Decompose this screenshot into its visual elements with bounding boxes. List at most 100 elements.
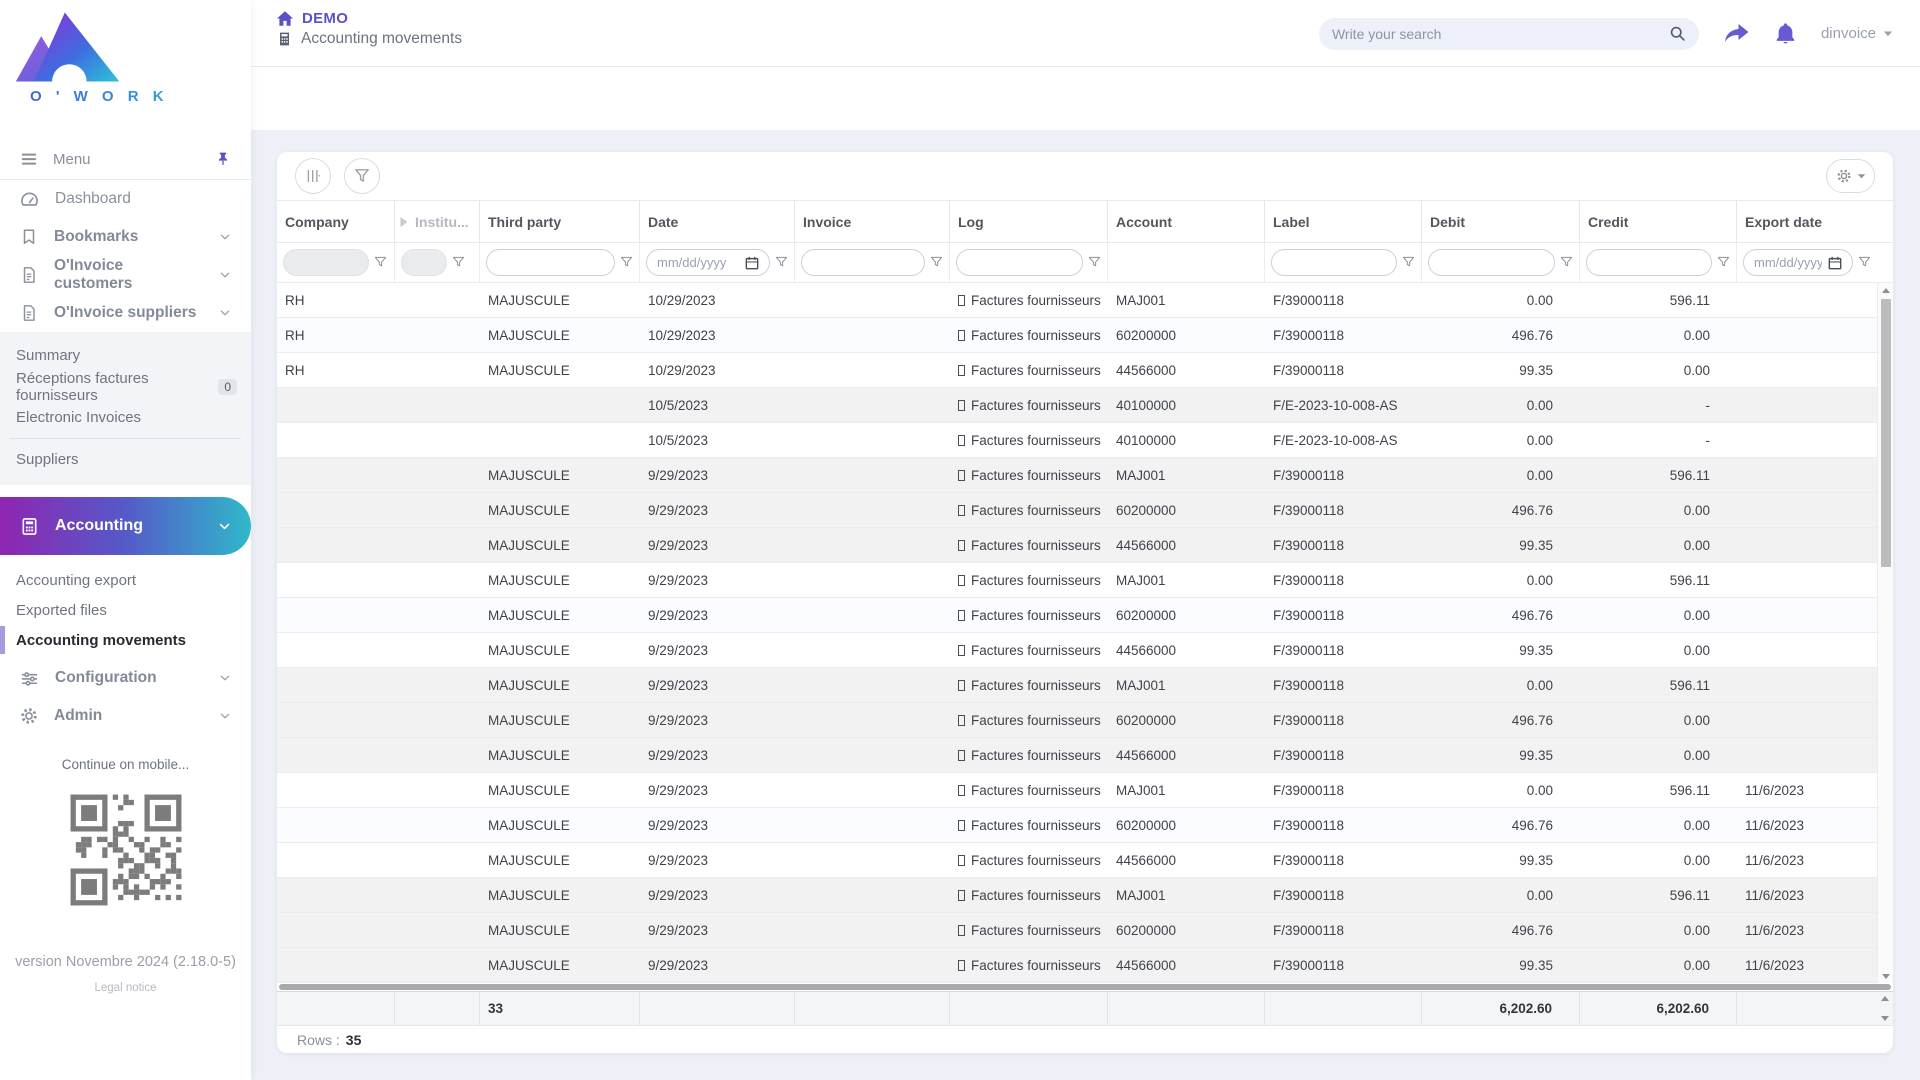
label-filter-input[interactable]: [1271, 249, 1397, 276]
table-row[interactable]: 10/5/2023Factures fournisseurs40100000F/…: [277, 388, 1893, 423]
cell-institution: [395, 738, 480, 772]
submenu-item-accounting-movements[interactable]: Accounting movements: [0, 625, 251, 655]
grid-settings-button[interactable]: [1826, 159, 1875, 193]
submenu-item-electronic-invoices[interactable]: Electronic Invoices: [0, 402, 251, 433]
menu-toggle[interactable]: Menu: [0, 139, 251, 179]
column-header-date[interactable]: Date: [640, 201, 795, 242]
scroll-down-arrow[interactable]: [1878, 969, 1893, 983]
sidebar-item-oinvoice-suppliers[interactable]: O'Invoice suppliers: [0, 294, 251, 332]
sidebar-item-admin[interactable]: Admin: [0, 697, 251, 735]
cell-credit: 0.00: [1580, 318, 1737, 352]
funnel-icon[interactable]: [452, 256, 465, 269]
legal-notice-link[interactable]: Legal notice: [0, 982, 251, 994]
calendar-icon[interactable]: [1828, 256, 1842, 270]
search-icon[interactable]: [1669, 25, 1686, 42]
table-row[interactable]: MAJUSCULE9/29/2023Factures fournisseurs6…: [277, 808, 1893, 843]
sidebar-item-oinvoice-customers[interactable]: O'Invoice customers: [0, 256, 251, 294]
cell-label: F/39000118: [1265, 458, 1422, 492]
export-date-filter-input[interactable]: mm/dd/yyyy: [1743, 249, 1853, 276]
table-row[interactable]: MAJUSCULE9/29/2023Factures fournisseursM…: [277, 878, 1893, 913]
table-row[interactable]: MAJUSCULE9/29/2023Factures fournisseurs4…: [277, 948, 1893, 983]
table-row[interactable]: MAJUSCULE9/29/2023Factures fournisseurs6…: [277, 598, 1893, 633]
vertical-scrollbar-thumb[interactable]: [1881, 299, 1891, 567]
date-filter-input[interactable]: mm/dd/yyyy: [646, 249, 770, 276]
cell-invoice: [795, 458, 950, 492]
cell-invoice: [795, 283, 950, 317]
submenu-item-suppliers[interactable]: Suppliers: [0, 444, 251, 475]
column-header-account[interactable]: Account: [1108, 201, 1265, 242]
table-row[interactable]: 10/5/2023Factures fournisseurs40100000F/…: [277, 423, 1893, 458]
vertical-scrollbar[interactable]: [1877, 283, 1893, 983]
calendar-icon[interactable]: [745, 256, 759, 270]
submenu-item-receptions[interactable]: Réceptions factures fournisseurs 0: [0, 371, 251, 402]
column-header-export-date[interactable]: Export date: [1737, 201, 1877, 242]
invoice-filter-input[interactable]: [801, 249, 925, 276]
accounting-submenu: Accounting export Exported files Account…: [0, 555, 251, 659]
submenu-item-exported-files[interactable]: Exported files: [0, 595, 251, 625]
table-row[interactable]: MAJUSCULE9/29/2023Factures fournisseursM…: [277, 773, 1893, 808]
horizontal-scrollbar-thumb[interactable]: [279, 984, 1891, 990]
table-row[interactable]: MAJUSCULE9/29/2023Factures fournisseurs4…: [277, 843, 1893, 878]
home-icon[interactable]: [277, 11, 293, 26]
funnel-icon[interactable]: [1717, 256, 1730, 269]
horizontal-scrollbar[interactable]: [277, 983, 1893, 991]
column-header-label[interactable]: Label: [1265, 201, 1422, 242]
funnel-icon[interactable]: [374, 256, 387, 269]
cell-log: Factures fournisseurs: [950, 563, 1108, 597]
funnel-icon[interactable]: [930, 256, 943, 269]
table-row[interactable]: MAJUSCULE9/29/2023Factures fournisseurs4…: [277, 738, 1893, 773]
column-header-debit[interactable]: Debit: [1422, 201, 1580, 242]
expand-group-icon[interactable]: [399, 216, 409, 228]
table-row[interactable]: MAJUSCULE9/29/2023Factures fournisseursM…: [277, 563, 1893, 598]
column-header-credit[interactable]: Credit: [1580, 201, 1737, 242]
debit-filter-input[interactable]: [1428, 249, 1555, 276]
submenu-item-accounting-export[interactable]: Accounting export: [0, 565, 251, 595]
credit-filter-input[interactable]: [1586, 249, 1712, 276]
funnel-icon[interactable]: [1560, 256, 1573, 269]
cell-label: F/39000118: [1265, 773, 1422, 807]
submenu-item-summary[interactable]: Summary: [0, 340, 251, 371]
pin-sidebar-icon[interactable]: [215, 151, 231, 167]
totals-scrollbar[interactable]: [1877, 992, 1893, 1025]
table-row[interactable]: MAJUSCULE9/29/2023Factures fournisseurs6…: [277, 913, 1893, 948]
table-row[interactable]: MAJUSCULE9/29/2023Factures fournisseurs4…: [277, 528, 1893, 563]
column-header-invoice[interactable]: Invoice: [795, 201, 950, 242]
cell-third-party: [480, 388, 640, 422]
share-icon[interactable]: [1723, 23, 1750, 45]
user-menu[interactable]: dinvoice: [1821, 25, 1893, 42]
third-party-filter-input[interactable]: [486, 249, 615, 276]
column-header-log[interactable]: Log: [950, 201, 1108, 242]
total-account: [1108, 992, 1265, 1025]
columns-button[interactable]: [295, 158, 331, 194]
scroll-up-arrow[interactable]: [1878, 283, 1893, 297]
bell-icon[interactable]: [1774, 22, 1797, 46]
table-row[interactable]: RHMAJUSCULE10/29/2023Factures fournisseu…: [277, 318, 1893, 353]
table-row[interactable]: MAJUSCULE9/29/2023Factures fournisseursM…: [277, 458, 1893, 493]
sidebar-item-configuration[interactable]: Configuration: [0, 659, 251, 697]
table-row[interactable]: MAJUSCULE9/29/2023Factures fournisseurs6…: [277, 703, 1893, 738]
search-input[interactable]: [1332, 26, 1669, 42]
table-row[interactable]: RHMAJUSCULE10/29/2023Factures fournisseu…: [277, 283, 1893, 318]
funnel-icon[interactable]: [1088, 256, 1101, 269]
log-glyph-icon: [958, 400, 965, 411]
sidebar-item-accounting-active[interactable]: Accounting: [0, 497, 251, 555]
breadcrumb-root[interactable]: DEMO: [302, 10, 348, 27]
funnel-icon[interactable]: [1402, 256, 1415, 269]
column-header-company[interactable]: Company: [277, 201, 395, 242]
table-row[interactable]: MAJUSCULE9/29/2023Factures fournisseurs4…: [277, 633, 1893, 668]
column-header-third-party[interactable]: Third party: [480, 201, 640, 242]
sidebar-item-dashboard[interactable]: Dashboard: [0, 180, 251, 218]
log-glyph-icon: [958, 715, 965, 726]
table-row[interactable]: MAJUSCULE9/29/2023Factures fournisseurs6…: [277, 493, 1893, 528]
column-header-institution[interactable]: Institu...: [395, 201, 480, 242]
funnel-icon[interactable]: [775, 256, 788, 269]
table-row[interactable]: MAJUSCULE9/29/2023Factures fournisseursM…: [277, 668, 1893, 703]
table-row[interactable]: RHMAJUSCULE10/29/2023Factures fournisseu…: [277, 353, 1893, 388]
cell-date: 10/5/2023: [640, 423, 795, 457]
log-filter-input[interactable]: [956, 249, 1083, 276]
log-glyph-icon: [958, 540, 965, 551]
sidebar-item-bookmarks[interactable]: Bookmarks: [0, 218, 251, 256]
filter-button[interactable]: [344, 158, 380, 194]
funnel-icon[interactable]: [1858, 256, 1871, 269]
funnel-icon[interactable]: [620, 256, 633, 269]
